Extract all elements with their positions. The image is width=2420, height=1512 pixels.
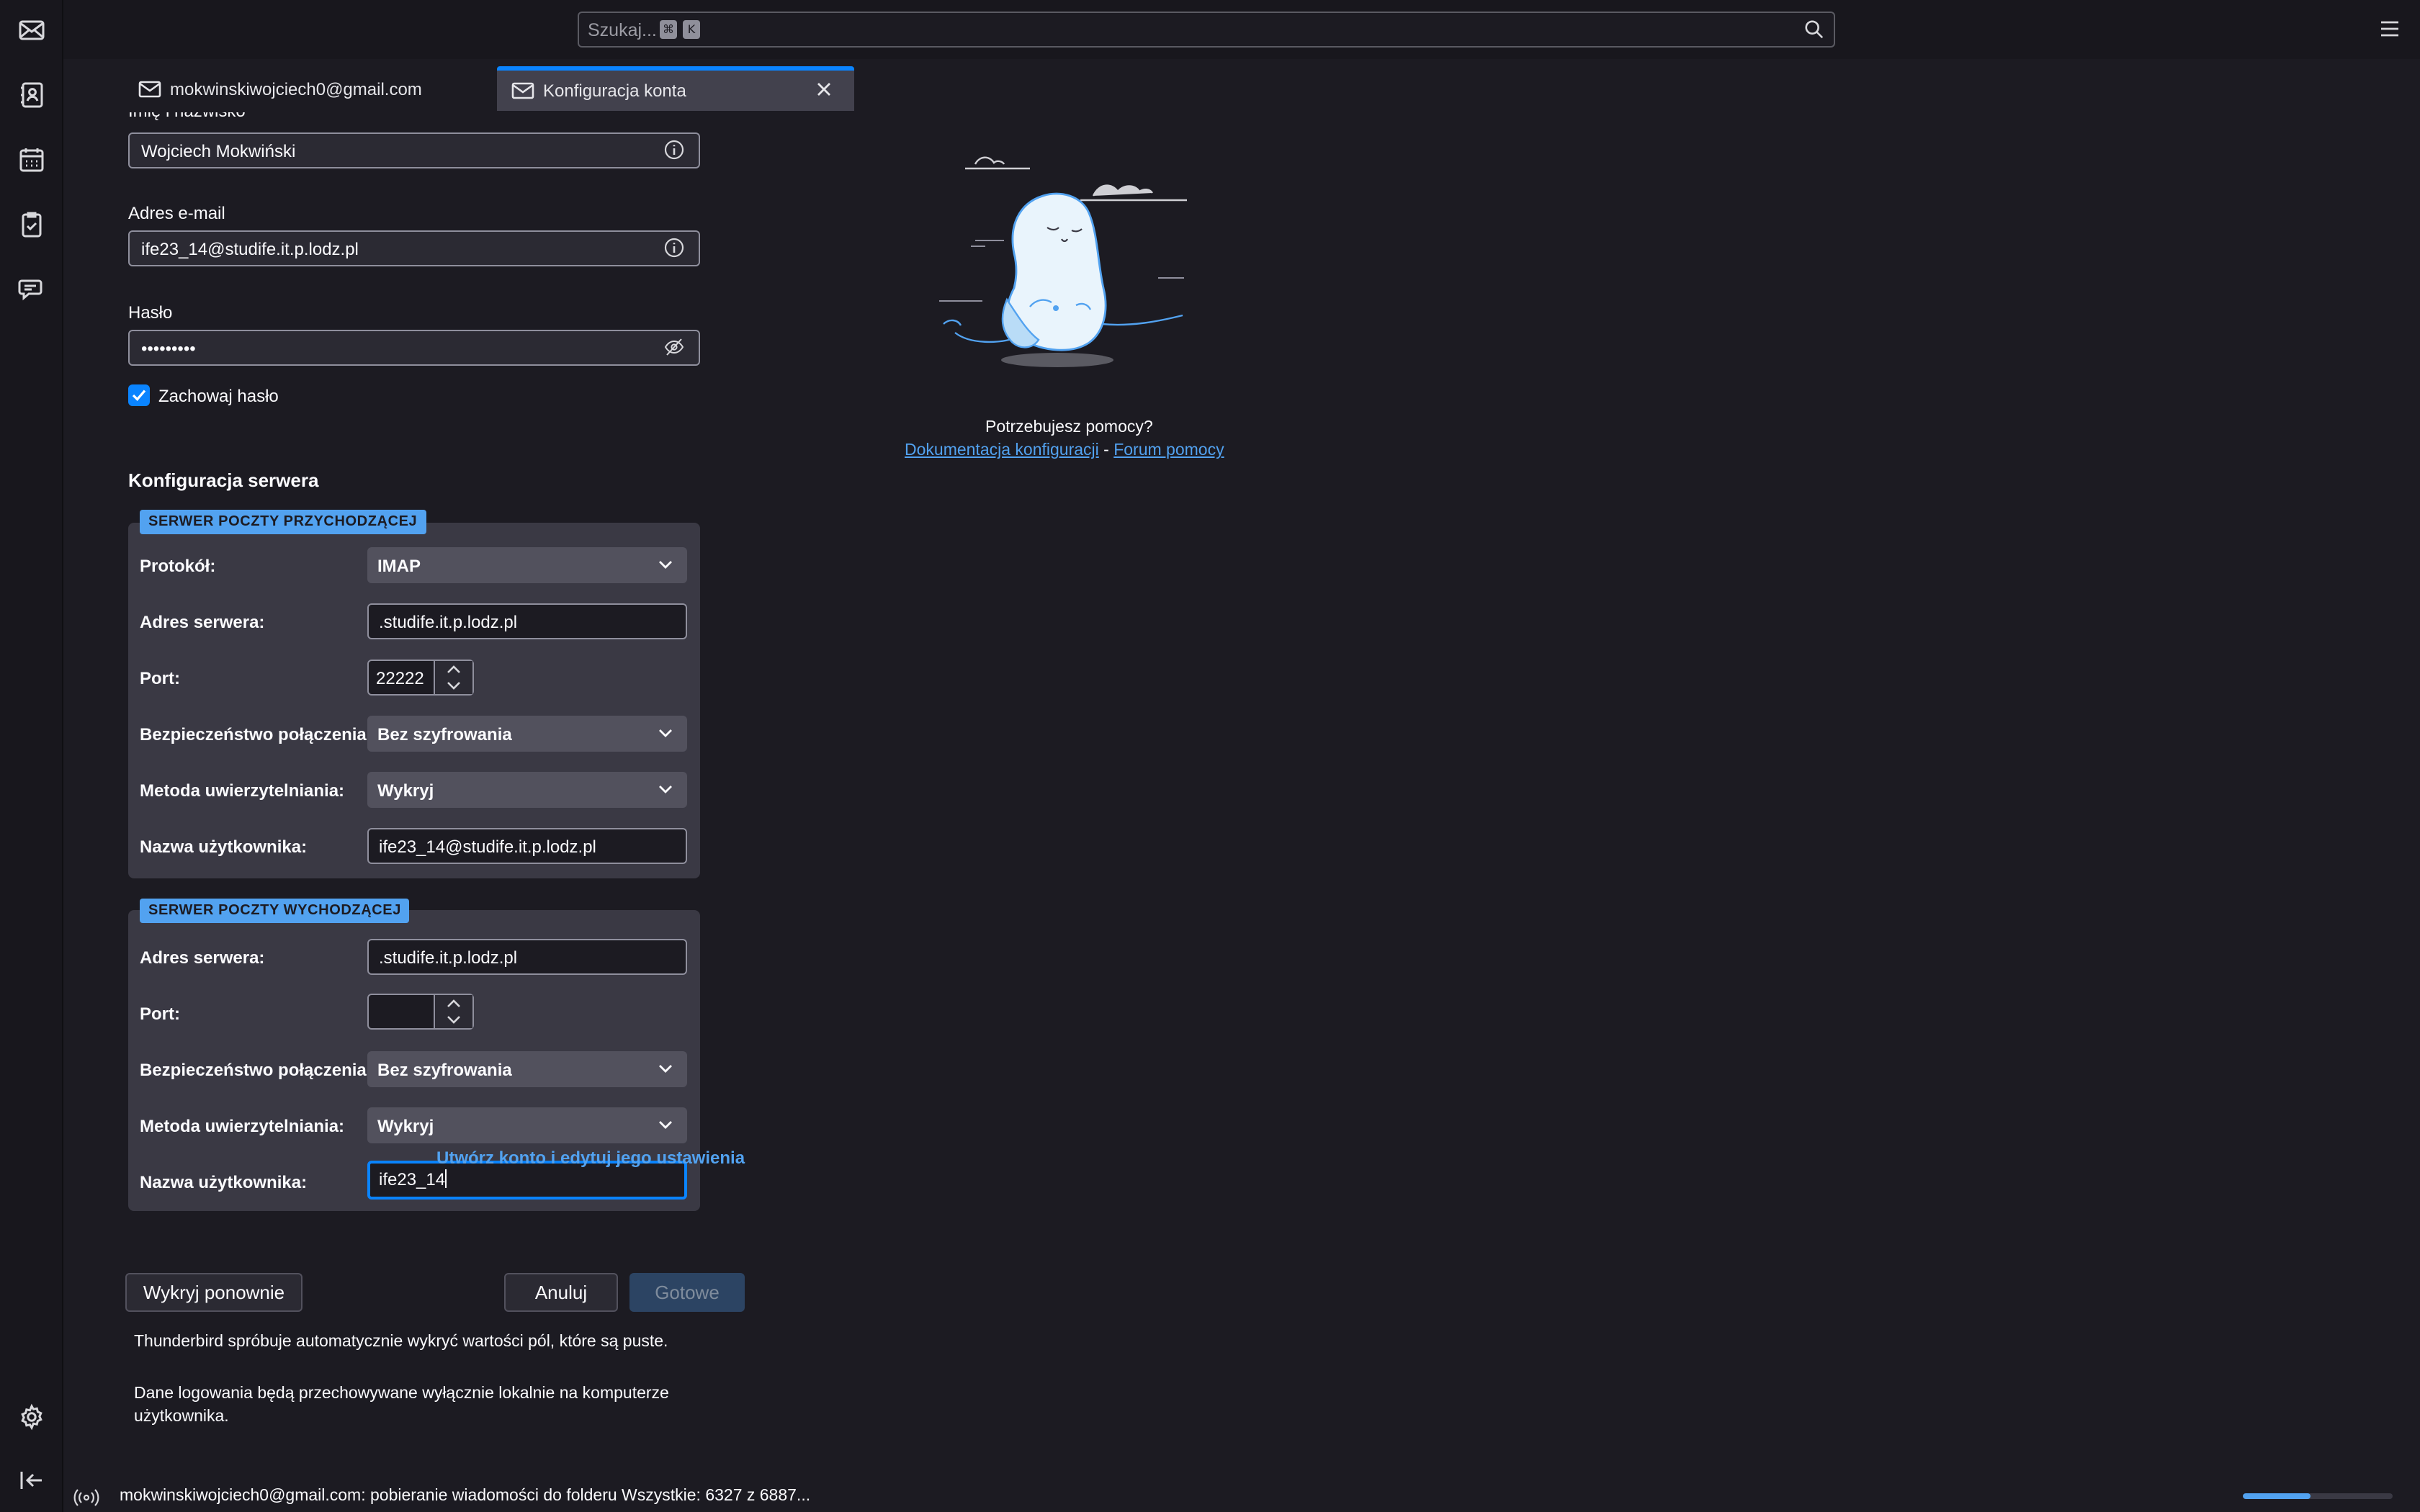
incoming-protocol-label: Protokół: bbox=[140, 556, 216, 576]
incoming-port-spinner[interactable] bbox=[434, 661, 472, 694]
incoming-auth-label: Metoda uwierzytelniania: bbox=[140, 780, 345, 801]
setup-docs-link[interactable]: Dokumentacja konfiguracji bbox=[905, 442, 1099, 459]
outgoing-security-value: Bez szyfrowania bbox=[377, 1060, 512, 1080]
incoming-auth-value: Wykryj bbox=[377, 780, 434, 801]
incoming-security-value: Bez szyfrowania bbox=[377, 724, 512, 744]
search-bar[interactable]: Szukaj... ⌘ K bbox=[578, 12, 1835, 48]
incoming-username-label: Nazwa użytkownika: bbox=[140, 837, 308, 857]
chevron-down-icon bbox=[659, 1065, 672, 1073]
help-links: Dokumentacja konfiguracji - Forum pomocy bbox=[905, 442, 1224, 459]
create-and-edit-link[interactable]: Utwórz konto i edytuj jego ustawienia bbox=[436, 1148, 745, 1168]
name-field[interactable]: Wojciech Mokwiński bbox=[128, 132, 700, 168]
chevron-down-icon bbox=[659, 786, 672, 793]
close-icon[interactable] bbox=[814, 79, 834, 99]
password-field[interactable]: ••••••••• bbox=[128, 330, 700, 366]
shortcut-k-key: K bbox=[683, 20, 700, 39]
incoming-username-input[interactable]: ife23_14@studife.it.p.lodz.pl bbox=[367, 828, 687, 864]
incoming-security-select[interactable]: Bez szyfrowania bbox=[367, 716, 687, 752]
search-icon[interactable] bbox=[1803, 19, 1825, 40]
outgoing-port-label: Port: bbox=[140, 1004, 180, 1024]
incoming-port-input[interactable]: 22222 bbox=[367, 660, 474, 696]
tab-label: mokwinskiwojciech0@gmail.com bbox=[170, 78, 422, 99]
outgoing-port-input[interactable] bbox=[367, 994, 474, 1030]
account-setup-content: Imię i nazwisko Wojciech Mokwiński Adres… bbox=[63, 112, 2420, 1453]
spaces-toolbar bbox=[0, 0, 63, 1512]
server-config-title: Konfiguracja serwera bbox=[128, 469, 319, 491]
tab-account-setup[interactable]: Konfiguracja konta bbox=[497, 66, 854, 111]
help-separator: - bbox=[1098, 442, 1114, 459]
incoming-port-value: 22222 bbox=[376, 668, 424, 688]
tasks-icon[interactable] bbox=[9, 202, 53, 246]
outgoing-port-spinner[interactable] bbox=[434, 995, 472, 1028]
menu-icon[interactable] bbox=[2377, 16, 2403, 42]
mail-icon bbox=[511, 82, 534, 99]
download-progress-fill bbox=[2243, 1493, 2311, 1499]
mascot-illustration bbox=[939, 156, 1187, 367]
redetect-button[interactable]: Wykryj ponownie bbox=[125, 1273, 302, 1312]
incoming-security-label: Bezpieczeństwo połączenia: bbox=[140, 724, 372, 744]
outgoing-auth-value: Wykryj bbox=[377, 1116, 434, 1136]
outgoing-auth-label: Metoda uwierzytelniania: bbox=[140, 1116, 345, 1136]
local-storage-note: Dane logowania będą przechowywane wyłącz… bbox=[134, 1385, 669, 1426]
outgoing-auth-select[interactable]: Wykryj bbox=[367, 1107, 687, 1143]
info-icon[interactable] bbox=[664, 140, 684, 160]
incoming-address-input[interactable]: .studife.it.p.lodz.pl bbox=[367, 603, 687, 639]
support-forum-link[interactable]: Forum pomocy bbox=[1113, 442, 1224, 459]
cancel-button[interactable]: Anuluj bbox=[504, 1273, 618, 1312]
outgoing-username-label: Nazwa użytkownika: bbox=[140, 1172, 308, 1192]
incoming-address-label: Adres serwera: bbox=[140, 612, 265, 632]
tab-label: Konfiguracja konta bbox=[543, 81, 686, 101]
calendar-icon[interactable] bbox=[9, 137, 53, 181]
incoming-protocol-select[interactable]: IMAP bbox=[367, 547, 687, 583]
tab-bar: mokwinskiwojciech0@gmail.com Konfiguracj… bbox=[63, 59, 2420, 112]
chevron-down-icon[interactable] bbox=[445, 1014, 462, 1025]
status-bar: mokwinskiwojciech0@gmail.com: pobieranie… bbox=[63, 1453, 2420, 1512]
hide-password-icon[interactable] bbox=[664, 337, 684, 357]
outgoing-address-label: Adres serwera: bbox=[140, 948, 265, 968]
tab-inbox[interactable]: mokwinskiwojciech0@gmail.com bbox=[138, 66, 422, 111]
auto-detect-note: Thunderbird spróbuje automatycznie wykry… bbox=[134, 1333, 668, 1351]
shortcut-cmd-key: ⌘ bbox=[660, 20, 677, 39]
name-value: Wojciech Mokwiński bbox=[141, 141, 296, 161]
chat-icon[interactable] bbox=[9, 266, 53, 311]
email-label: Adres e-mail bbox=[128, 203, 225, 223]
text-cursor bbox=[445, 1169, 447, 1188]
email-field[interactable]: ife23_14@studife.it.p.lodz.pl bbox=[128, 230, 700, 266]
outgoing-security-label: Bezpieczeństwo połączenia: bbox=[140, 1060, 372, 1080]
chevron-down-icon bbox=[659, 729, 672, 737]
settings-icon[interactable] bbox=[9, 1394, 53, 1439]
name-label: Imię i nazwisko bbox=[128, 112, 246, 121]
chevron-up-icon[interactable] bbox=[445, 664, 462, 675]
info-icon[interactable] bbox=[664, 238, 684, 258]
incoming-port-label: Port: bbox=[140, 668, 180, 688]
collapse-sidebar-icon[interactable] bbox=[9, 1457, 53, 1502]
mail-icon[interactable] bbox=[9, 7, 53, 52]
outgoing-username-value: ife23_14 bbox=[379, 1169, 446, 1189]
password-value: ••••••••• bbox=[141, 338, 196, 359]
chevron-down-icon bbox=[659, 1121, 672, 1129]
incoming-protocol-value: IMAP bbox=[377, 556, 421, 576]
chevron-up-icon[interactable] bbox=[445, 998, 462, 1009]
activity-icon[interactable] bbox=[73, 1488, 99, 1508]
chevron-down-icon[interactable] bbox=[445, 680, 462, 691]
outgoing-security-select[interactable]: Bez szyfrowania bbox=[367, 1051, 687, 1087]
outgoing-address-input[interactable]: .studife.it.p.lodz.pl bbox=[367, 939, 687, 975]
email-value: ife23_14@studife.it.p.lodz.pl bbox=[141, 239, 359, 259]
unified-toolbar: Szukaj... ⌘ K bbox=[63, 0, 2420, 59]
address-book-icon[interactable] bbox=[9, 72, 53, 117]
remember-password-checkbox[interactable] bbox=[128, 384, 150, 406]
outgoing-server-badge: SERWER POCZTY WYCHODZĄCEJ bbox=[140, 899, 410, 923]
incoming-auth-select[interactable]: Wykryj bbox=[367, 772, 687, 808]
remember-password-label[interactable]: Zachowaj hasło bbox=[158, 386, 279, 406]
help-title: Potrzebujesz pomocy? bbox=[985, 419, 1153, 436]
status-text: mokwinskiwojciech0@gmail.com: pobieranie… bbox=[120, 1488, 811, 1505]
mail-icon bbox=[138, 80, 161, 97]
done-button[interactable]: Gotowe bbox=[629, 1273, 745, 1312]
password-label: Hasło bbox=[128, 302, 173, 323]
download-progress-bar bbox=[2243, 1493, 2393, 1499]
search-input[interactable]: Szukaj... bbox=[588, 20, 657, 40]
chevron-down-icon bbox=[659, 561, 672, 569]
incoming-server-badge: SERWER POCZTY PRZYCHODZĄCEJ bbox=[140, 510, 426, 534]
